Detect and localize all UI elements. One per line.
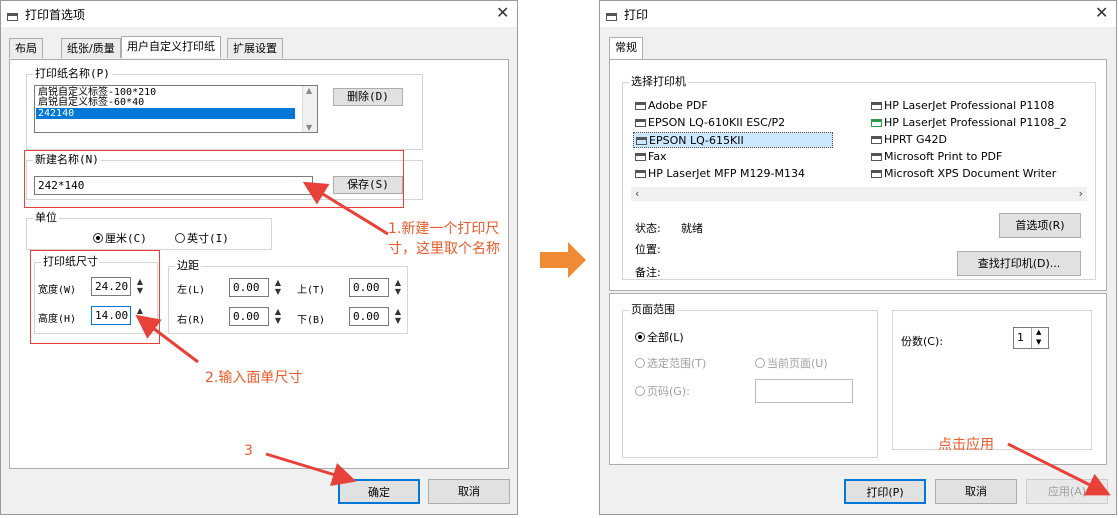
annotation-arrows <box>135 181 1111 496</box>
step1-arrow <box>302 181 389 236</box>
step2-arrow <box>135 314 199 364</box>
apply-arrow <box>1007 442 1111 496</box>
step3-arrow <box>265 452 357 486</box>
arrow-right-icon <box>540 242 586 278</box>
